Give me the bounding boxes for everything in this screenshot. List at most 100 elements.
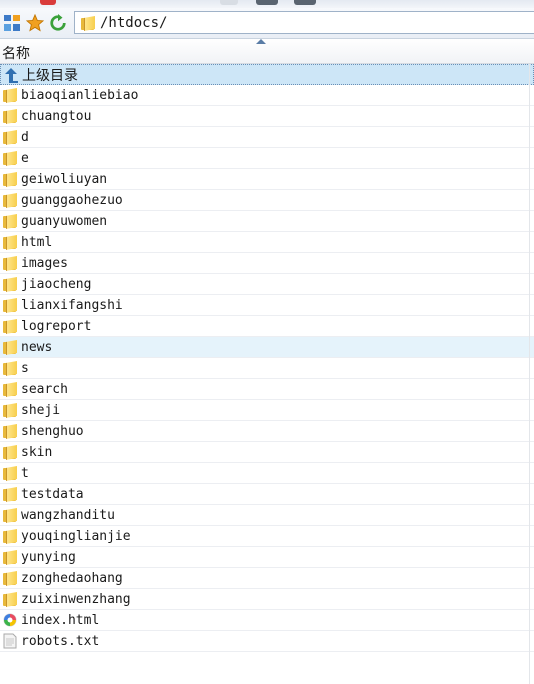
file-name: jiaocheng bbox=[21, 276, 92, 292]
file-row[interactable]: geiwoliuyan bbox=[0, 169, 534, 190]
parent-directory-label: 上级目录 bbox=[22, 67, 78, 84]
file-name: s bbox=[21, 360, 29, 376]
file-row[interactable]: news bbox=[0, 337, 534, 358]
file-name: zuixinwenzhang bbox=[21, 591, 131, 607]
file-row[interactable]: wangzhanditu bbox=[0, 505, 534, 526]
folder-icon bbox=[2, 549, 18, 565]
file-list: 上级目录 biaoqianliebiao chuangtou d e geiwoliuy… bbox=[0, 64, 534, 652]
star-icon bbox=[26, 14, 44, 32]
file-name: youqinglianjie bbox=[21, 528, 131, 544]
folder-icon bbox=[2, 465, 18, 481]
file-row[interactable]: images bbox=[0, 253, 534, 274]
folder-icon bbox=[2, 129, 18, 145]
file-name: news bbox=[21, 339, 53, 355]
folder-icon bbox=[2, 318, 18, 334]
folder-icon bbox=[2, 297, 18, 313]
file-name: testdata bbox=[21, 486, 84, 502]
file-name: robots.txt bbox=[21, 633, 100, 649]
file-row[interactable]: testdata bbox=[0, 484, 534, 505]
file-name: search bbox=[21, 381, 68, 397]
file-row[interactable]: yunying bbox=[0, 547, 534, 568]
file-name: sheji bbox=[21, 402, 61, 418]
folder-icon bbox=[2, 402, 18, 418]
file-row[interactable]: youqinglianjie bbox=[0, 526, 534, 547]
file-name: index.html bbox=[21, 612, 100, 628]
file-name: shenghuo bbox=[21, 423, 84, 439]
folder-icon bbox=[2, 486, 18, 502]
file-name: d bbox=[21, 129, 29, 145]
file-name: biaoqianliebiao bbox=[21, 87, 139, 103]
folder-icon bbox=[2, 276, 18, 292]
column-header-name[interactable]: 名称 bbox=[0, 39, 534, 64]
file-row[interactable]: d bbox=[0, 127, 534, 148]
file-row[interactable]: shenghuo bbox=[0, 421, 534, 442]
file-row[interactable]: jiaocheng bbox=[0, 274, 534, 295]
folder-icon bbox=[2, 339, 18, 355]
file-row[interactable]: zonghedaohang bbox=[0, 568, 534, 589]
file-row[interactable]: guanggaohezuo bbox=[0, 190, 534, 211]
file-name: lianxifangshi bbox=[21, 297, 123, 313]
file-row[interactable]: guanyuwomen bbox=[0, 211, 534, 232]
file-name: skin bbox=[21, 444, 53, 460]
file-name: e bbox=[21, 150, 29, 166]
folder-icon bbox=[2, 528, 18, 544]
file-name: wangzhanditu bbox=[21, 507, 115, 523]
parent-directory-row[interactable]: 上级目录 bbox=[0, 64, 534, 85]
folder-icon bbox=[2, 234, 18, 250]
file-row[interactable]: lianxifangshi bbox=[0, 295, 534, 316]
file-row[interactable]: chuangtou bbox=[0, 106, 534, 127]
address-path: /htdocs/ bbox=[100, 14, 168, 31]
toolbar: /htdocs/ bbox=[0, 8, 534, 39]
folder-icon bbox=[2, 360, 18, 376]
file-row[interactable]: search bbox=[0, 379, 534, 400]
file-row[interactable]: t bbox=[0, 463, 534, 484]
file-row[interactable]: robots.txt bbox=[0, 631, 534, 652]
file-name: html bbox=[21, 234, 53, 250]
file-name: t bbox=[21, 465, 29, 481]
column-header-label: 名称 bbox=[2, 46, 30, 62]
file-name: zonghedaohang bbox=[21, 570, 123, 586]
refresh-button[interactable] bbox=[48, 13, 68, 33]
file-name: yunying bbox=[21, 549, 76, 565]
file-name: images bbox=[21, 255, 68, 271]
folder-icon bbox=[2, 213, 18, 229]
address-bar[interactable]: /htdocs/ bbox=[74, 11, 534, 34]
file-row[interactable]: logreport bbox=[0, 316, 534, 337]
file-row[interactable]: zuixinwenzhang bbox=[0, 589, 534, 610]
text-file-icon bbox=[2, 633, 18, 649]
folder-icon bbox=[2, 591, 18, 607]
folder-icon bbox=[2, 507, 18, 523]
folder-icon bbox=[2, 87, 18, 103]
up-arrow-icon bbox=[3, 67, 19, 83]
file-name: geiwoliuyan bbox=[21, 171, 108, 187]
folder-icon bbox=[2, 108, 18, 124]
sitemap-button[interactable] bbox=[2, 13, 22, 33]
folder-icon bbox=[2, 381, 18, 397]
file-row[interactable]: e bbox=[0, 148, 534, 169]
file-row[interactable]: html bbox=[0, 232, 534, 253]
folder-icon bbox=[2, 423, 18, 439]
sort-ascending-icon bbox=[256, 39, 266, 44]
column-divider bbox=[529, 64, 530, 684]
file-name: guanyuwomen bbox=[21, 213, 108, 229]
folder-icon bbox=[2, 171, 18, 187]
file-row[interactable]: sheji bbox=[0, 400, 534, 421]
folder-icon bbox=[2, 570, 18, 586]
file-name: logreport bbox=[21, 318, 92, 334]
toolbar-dark-icon-partial bbox=[294, 0, 316, 5]
favorite-button[interactable] bbox=[25, 13, 45, 33]
toolbar-red-icon-partial bbox=[40, 0, 56, 5]
file-row[interactable]: s bbox=[0, 358, 534, 379]
refresh-icon bbox=[50, 14, 66, 31]
sitemap-icon bbox=[4, 15, 20, 31]
toolbar-dark-icon-partial bbox=[256, 0, 278, 5]
toolbar-doc-icon-partial bbox=[220, 0, 238, 5]
folder-icon bbox=[2, 150, 18, 166]
file-row[interactable]: skin bbox=[0, 442, 534, 463]
html-file-icon bbox=[2, 612, 18, 628]
file-row[interactable]: biaoqianliebiao bbox=[0, 85, 534, 106]
folder-icon bbox=[2, 192, 18, 208]
file-row[interactable]: index.html bbox=[0, 610, 534, 631]
folder-icon bbox=[80, 15, 98, 31]
file-name: chuangtou bbox=[21, 108, 92, 124]
